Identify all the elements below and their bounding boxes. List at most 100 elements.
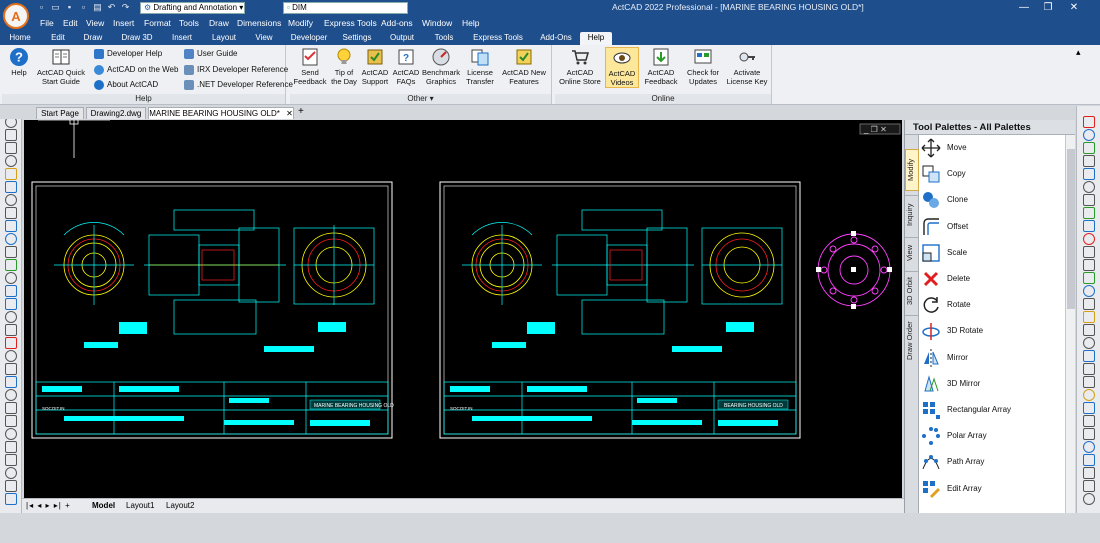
tab-add-ons[interactable]: Add-Ons: [534, 32, 578, 45]
menu-add-ons[interactable]: Add-ons: [381, 17, 413, 29]
revcloud-icon[interactable]: [5, 337, 17, 349]
activate-license-button[interactable]: Activate License Key: [725, 47, 769, 86]
palette-tab-inquiry[interactable]: Inquiry: [905, 195, 919, 233]
tab-view[interactable]: View: [250, 32, 278, 45]
irx-reference-button[interactable]: IRX Developer Reference: [184, 63, 288, 77]
block-icon[interactable]: [5, 259, 17, 271]
drawing-canvas[interactable]: _ ❐ ✕ MARINE BEARING HOUSING OLD SOCOIT.…: [24, 115, 902, 498]
circle-icon[interactable]: [5, 181, 17, 193]
quick-start-button[interactable]: ActCAD Quick Start Guide: [34, 47, 88, 86]
table-icon[interactable]: [5, 272, 17, 284]
menu-dimensions[interactable]: Dimensions: [237, 17, 281, 29]
menu-edit[interactable]: Edit: [63, 17, 78, 29]
menu-help[interactable]: Help: [462, 17, 479, 29]
properties-icon[interactable]: [1083, 376, 1095, 388]
extend-icon[interactable]: [1083, 246, 1095, 258]
match-icon[interactable]: [1083, 389, 1095, 401]
spline-icon[interactable]: [5, 155, 17, 167]
videos-button[interactable]: ActCAD Videos: [605, 47, 639, 88]
menu-file[interactable]: File: [40, 17, 54, 29]
menu-tools[interactable]: Tools: [179, 17, 199, 29]
redo-tool-icon[interactable]: [1083, 454, 1095, 466]
fillet-icon[interactable]: [1083, 298, 1095, 310]
scale-tool-icon[interactable]: [1083, 207, 1095, 219]
actcad-web-button[interactable]: ActCAD on the Web: [94, 63, 178, 77]
tab-start-page[interactable]: Start Page: [36, 107, 84, 119]
feedback-button[interactable]: ActCAD Feedback: [643, 47, 679, 86]
palette-scroll-thumb[interactable]: [1067, 149, 1075, 309]
tab-home[interactable]: Home: [4, 32, 36, 45]
donut-icon[interactable]: [5, 363, 17, 375]
menu-insert[interactable]: Insert: [113, 17, 134, 29]
restore-button[interactable]: ❐: [1038, 1, 1058, 15]
palette-tab-view[interactable]: View: [905, 237, 919, 267]
trim-icon[interactable]: [1083, 233, 1095, 245]
polyline-icon[interactable]: [5, 129, 17, 141]
tab-express-tools[interactable]: Express Tools: [468, 32, 528, 45]
user-guide-button[interactable]: User Guide: [184, 47, 237, 61]
copy-tool-icon[interactable]: [1083, 129, 1095, 141]
tab-nav-arrows[interactable]: |◂ ◂ ▸ ▸| +: [26, 500, 71, 512]
menu-draw[interactable]: Draw: [209, 17, 229, 29]
splinedit-icon[interactable]: [1083, 363, 1095, 375]
check-updates-button[interactable]: Check for Updates: [683, 47, 723, 86]
erase-icon[interactable]: [1083, 116, 1095, 128]
region-icon[interactable]: [5, 311, 17, 323]
send-feedback-button[interactable]: Send Feedback: [292, 47, 328, 86]
rectangle-icon[interactable]: [5, 194, 17, 206]
pedit-icon[interactable]: [1083, 350, 1095, 362]
join-icon[interactable]: [1083, 272, 1095, 284]
license-transfer-button[interactable]: License Transfer: [462, 47, 498, 86]
benchmark-button[interactable]: Benchmark Graphics: [420, 47, 462, 86]
text-icon[interactable]: [5, 285, 17, 297]
tab-draw[interactable]: Draw: [78, 32, 108, 45]
array-tool-icon[interactable]: [1083, 168, 1095, 180]
palette-tab-draw-order[interactable]: Draw Order: [905, 315, 919, 365]
about-button[interactable]: About ActCAD: [94, 78, 158, 92]
tab-settings[interactable]: Settings: [338, 32, 376, 45]
leader-icon[interactable]: [5, 493, 17, 505]
open-file-icon[interactable]: ▭: [50, 2, 61, 13]
explode-icon[interactable]: [1083, 311, 1095, 323]
attribute-icon[interactable]: [5, 415, 17, 427]
mtext-icon[interactable]: [5, 298, 17, 310]
tab-output[interactable]: Output: [384, 32, 420, 45]
multiline-icon[interactable]: [5, 441, 17, 453]
menu-modify[interactable]: Modify: [288, 17, 313, 29]
tab-edit[interactable]: Edit: [44, 32, 72, 45]
menu-window[interactable]: Window: [422, 17, 452, 29]
other-panel-label[interactable]: Other ▾: [290, 94, 551, 104]
sketch-icon[interactable]: [5, 454, 17, 466]
stretch-icon[interactable]: [1083, 220, 1095, 232]
undo-icon[interactable]: ↶: [106, 2, 117, 13]
layer-select[interactable]: ▫ DIM: [283, 2, 408, 14]
close-button[interactable]: ✕: [1064, 1, 1084, 15]
undo-tool-icon[interactable]: [1083, 441, 1095, 453]
ribbon-collapse-icon[interactable]: ▴: [1076, 47, 1081, 58]
left-sheet[interactable]: MARINE BEARING HOUSING OLD SOCOIT.IN: [31, 181, 394, 439]
tab-developer[interactable]: Developer: [286, 32, 332, 45]
print-icon[interactable]: ▤: [92, 2, 103, 13]
tab-help[interactable]: Help: [580, 32, 612, 45]
align-icon[interactable]: [1083, 324, 1095, 336]
add-tab-button[interactable]: +: [298, 106, 304, 117]
move-tool-icon[interactable]: [1083, 181, 1095, 193]
support-button[interactable]: ActCAD Support: [360, 47, 390, 86]
zoom-icon[interactable]: [1083, 467, 1095, 479]
palette-tab-3d-orbit[interactable]: 3D Orbit: [905, 271, 919, 311]
offset-tool-icon[interactable]: [1083, 155, 1095, 167]
tab-drawing2[interactable]: Drawing2.dwg: [86, 107, 146, 119]
tip-of-day-button[interactable]: Tip of the Day: [330, 47, 358, 86]
orbit-icon[interactable]: [1083, 493, 1095, 505]
palette-tab-modify[interactable]: Modify: [905, 149, 919, 191]
redo-icon[interactable]: ↷: [120, 2, 131, 13]
layer-tool-icon[interactable]: [1083, 402, 1095, 414]
lengthen-icon[interactable]: [1083, 337, 1095, 349]
point-icon[interactable]: [5, 246, 17, 258]
tab-marine-bearing[interactable]: MARINE BEARING HOUSING OLD* ✕: [148, 107, 294, 119]
faqs-button[interactable]: ? ActCAD FAQs: [392, 47, 420, 86]
pan-icon[interactable]: [1083, 480, 1095, 492]
online-store-button[interactable]: ActCAD Online Store: [557, 47, 603, 86]
tab-layout2[interactable]: Layout2: [166, 500, 194, 512]
new-features-button[interactable]: ActCAD New Features: [500, 47, 548, 86]
